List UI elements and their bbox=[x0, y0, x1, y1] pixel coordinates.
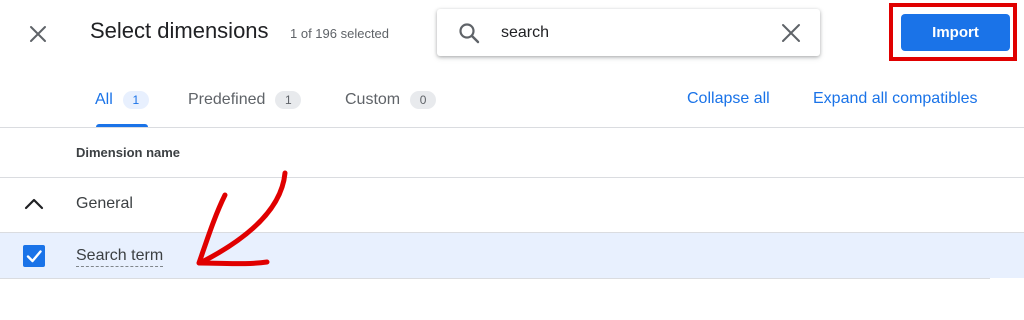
close-icon bbox=[30, 26, 46, 42]
search-box bbox=[437, 9, 820, 56]
tab-custom-label: Custom bbox=[345, 91, 401, 108]
checkbox[interactable] bbox=[23, 245, 45, 267]
close-button[interactable] bbox=[22, 18, 54, 50]
tab-custom-badge: 0 bbox=[410, 91, 437, 109]
selected-count: 1 of 196 selected bbox=[290, 26, 390, 41]
divider bbox=[0, 127, 1024, 128]
tab-custom[interactable]: Custom 0 bbox=[345, 88, 437, 112]
tab-predefined[interactable]: Predefined 1 bbox=[188, 88, 302, 112]
import-button[interactable]: Import bbox=[901, 14, 1010, 51]
divider bbox=[0, 278, 990, 279]
page-title: Select dimensions bbox=[90, 18, 269, 43]
expand-all-compatibles-link[interactable]: Expand all compatibles bbox=[813, 90, 978, 108]
tab-predefined-label: Predefined bbox=[188, 91, 266, 108]
collapse-all-link[interactable]: Collapse all bbox=[687, 90, 770, 108]
table-row[interactable]: Search term bbox=[0, 233, 1024, 278]
tab-all[interactable]: All 1 bbox=[95, 88, 149, 112]
tab-all-label: All bbox=[95, 91, 113, 108]
dimension-item-label[interactable]: Search term bbox=[76, 247, 164, 267]
group-label: General bbox=[76, 195, 133, 212]
column-header-dimension-name: Dimension name bbox=[76, 145, 181, 160]
chevron-up-icon[interactable] bbox=[22, 192, 46, 216]
tab-predefined-badge: 1 bbox=[275, 91, 302, 109]
group-row-general[interactable]: General bbox=[0, 178, 1024, 232]
tab-all-badge: 1 bbox=[122, 91, 149, 109]
search-icon bbox=[459, 23, 480, 44]
clear-search-icon[interactable] bbox=[780, 22, 802, 44]
search-input[interactable] bbox=[501, 19, 761, 46]
checkbox-checked-icon bbox=[26, 250, 42, 263]
hand-drawn-arrow-icon bbox=[196, 170, 288, 267]
